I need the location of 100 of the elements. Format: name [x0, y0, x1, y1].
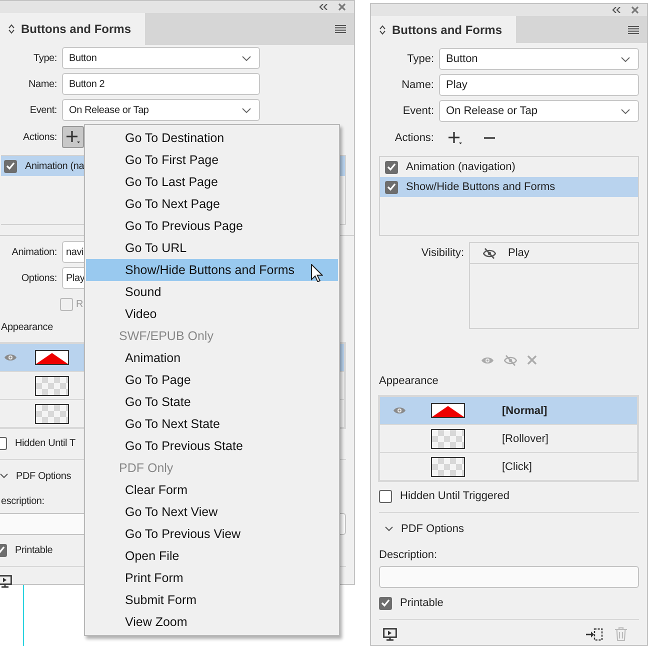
- state-label: [Click]: [502, 460, 532, 472]
- menu-item[interactable]: View Zoom: [86, 611, 338, 633]
- chevron-icon[interactable]: [385, 525, 393, 533]
- state-label: [Rollover]: [502, 432, 548, 444]
- collapse-icon[interactable]: [612, 7, 621, 13]
- menu-item[interactable]: Go To Previous View: [86, 523, 338, 545]
- add-icon: [66, 130, 80, 144]
- menu-item[interactable]: Clear Form: [86, 479, 338, 501]
- state-thumbnail: [35, 350, 69, 365]
- menu-item[interactable]: Go To Page: [86, 369, 338, 391]
- field-label: Name:: [400, 79, 434, 91]
- dropdown[interactable]: Button: [439, 48, 639, 70]
- dropdown-caret-icon: [621, 56, 630, 62]
- action-label: Animation (navigation): [406, 161, 516, 173]
- field-label: Type:: [32, 52, 57, 64]
- menu-item[interactable]: Go To First Page: [86, 149, 338, 171]
- menu-icon[interactable]: [335, 25, 346, 33]
- checkbox[interactable]: [385, 180, 398, 194]
- state-thumbnail: [431, 428, 465, 448]
- visibility-item-label: Play: [508, 247, 530, 259]
- state-thumbnail: [35, 376, 69, 396]
- add-action-button[interactable]: [62, 126, 84, 148]
- menu-item[interactable]: Go To State: [86, 391, 338, 413]
- menu-item[interactable]: Go To Destination: [86, 127, 338, 149]
- menu-item[interactable]: Animation: [86, 347, 338, 369]
- field-label: Type:: [406, 53, 434, 65]
- field-label: Options:: [20, 272, 57, 284]
- close-icon[interactable]: [338, 3, 346, 11]
- action-row[interactable]: Show/Hide Buttons and Forms: [380, 177, 638, 197]
- preview-icon[interactable]: [383, 628, 397, 640]
- state-row[interactable]: [Rollover]: [380, 424, 637, 452]
- menu-item[interactable]: Go To Previous State: [86, 435, 338, 457]
- checkbox[interactable]: [385, 160, 398, 174]
- close-icon[interactable]: [631, 6, 639, 14]
- checkbox-label: Printable: [400, 597, 444, 609]
- checkbox-label: Hidden Until Triggered: [400, 490, 510, 502]
- hidden-eye-icon: [482, 248, 496, 258]
- collapse-icon[interactable]: [319, 4, 328, 10]
- menu-item[interactable]: Go To Next Page: [86, 193, 338, 215]
- field-label: Actions:: [394, 132, 434, 144]
- field-label: Animation:: [10, 246, 57, 258]
- menu-item[interactable]: Go To Last Page: [86, 171, 338, 193]
- checkbox-label: R: [76, 298, 84, 310]
- checkbox-label: Hidden Until T: [15, 438, 76, 448]
- checkbox-label: Printable: [15, 544, 53, 556]
- dropdown-caret-icon: [242, 56, 251, 60]
- section-label: Appearance: [1, 321, 53, 335]
- action-label: Show/Hide Buttons and Forms: [406, 181, 556, 193]
- field-label: Actions:: [22, 132, 57, 142]
- eye-icon: [4, 353, 16, 362]
- visibility-row[interactable]: Play: [470, 243, 638, 264]
- field-label: escription:: [1, 495, 44, 509]
- menu-item[interactable]: Go To URL: [86, 237, 338, 259]
- panel-tab[interactable]: Buttons and Forms: [0, 13, 145, 45]
- field-label: Event:: [28, 104, 57, 116]
- field-label: Event:: [402, 105, 434, 117]
- menu-item[interactable]: Go To Next View: [86, 501, 338, 523]
- dropdown-caret-icon: [242, 108, 251, 112]
- menu-item[interactable]: Submit Form: [86, 589, 338, 611]
- state-thumbnail: [431, 403, 465, 418]
- menu-icon[interactable]: [628, 26, 639, 34]
- menu-section-header: SWF/EPUB Only: [118, 328, 214, 345]
- field-label: Description:: [379, 548, 438, 563]
- checkbox[interactable]: [379, 490, 392, 502]
- action-row[interactable]: Animation (navigation): [380, 157, 638, 177]
- add-icon: [448, 131, 462, 145]
- field-label: Name:: [28, 78, 57, 90]
- menu-item[interactable]: Print Form: [86, 567, 338, 589]
- preview-icon[interactable]: [0, 574, 12, 588]
- description-field[interactable]: [379, 566, 639, 588]
- expand-collapse-icon[interactable]: [8, 24, 15, 34]
- expand-collapse-icon[interactable]: [379, 24, 386, 34]
- menu-section-header: PDF Only: [118, 460, 174, 477]
- panel-tab[interactable]: Buttons and Forms: [371, 16, 516, 43]
- menu-item[interactable]: Go To Next State: [86, 413, 338, 435]
- text-field[interactable]: Play: [439, 74, 639, 96]
- dropdown[interactable]: Button: [62, 47, 260, 69]
- menu-item[interactable]: Sound: [86, 281, 338, 303]
- dropdown[interactable]: On Release or Tap: [439, 100, 639, 122]
- section-label: Appearance: [379, 374, 438, 389]
- menu-item[interactable]: Show/Hide Buttons and Forms: [86, 259, 338, 281]
- state-row[interactable]: [Normal]: [380, 397, 637, 424]
- text-field[interactable]: Button 2: [62, 73, 260, 95]
- menu-item[interactable]: Go To Previous Page: [86, 215, 338, 237]
- action-label: Animation (na: [25, 160, 84, 172]
- chevron-icon[interactable]: [0, 472, 8, 480]
- checkbox[interactable]: [4, 160, 17, 172]
- state-row[interactable]: [Click]: [380, 452, 637, 480]
- checkbox[interactable]: [379, 596, 392, 610]
- dropdown-caret-icon: [621, 108, 630, 114]
- menu-item[interactable]: Video: [86, 303, 338, 325]
- menu-item[interactable]: Open File: [86, 545, 338, 567]
- eye-icon: [392, 406, 406, 415]
- state-label: [Normal]: [502, 404, 548, 416]
- convert-icon[interactable]: [586, 628, 603, 640]
- dropdown[interactable]: On Release or Tap: [62, 99, 260, 121]
- state-thumbnail: [35, 404, 69, 424]
- cursor-icon: [311, 264, 323, 282]
- section-label: PDF Options: [16, 470, 72, 482]
- field-label: Visibility:: [420, 246, 464, 261]
